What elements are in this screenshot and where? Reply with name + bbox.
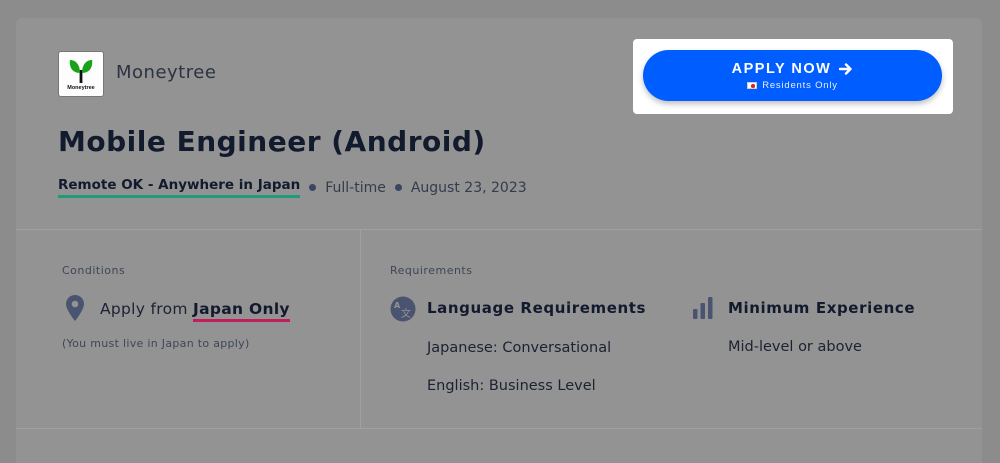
language-requirements-heading: Language Requirements <box>427 299 647 317</box>
residency-note: (You must live in Japan to apply) <box>62 337 250 350</box>
company-logo[interactable]: Moneytree <box>58 51 104 97</box>
moneytree-logo-icon <box>69 60 93 83</box>
job-type: Full-time <box>325 179 386 196</box>
language-item: Japanese: Conversational <box>427 340 612 356</box>
minimum-experience-heading: Minimum Experience <box>728 299 916 317</box>
conditions-label: Conditions <box>62 264 126 277</box>
separator-dot <box>309 184 317 191</box>
job-title: Mobile Engineer (Android) <box>58 125 486 158</box>
apply-now-text: APPLY NOW <box>731 60 832 77</box>
divider <box>16 229 982 230</box>
svg-text:A: A <box>394 301 401 310</box>
residents-only-text: Residents Only <box>762 79 838 91</box>
svg-text:文: 文 <box>401 307 411 320</box>
location-tag[interactable]: Remote OK - Anywhere in Japan <box>58 177 301 198</box>
language-item: English: Business Level <box>427 378 596 394</box>
apply-from: Apply from Japan Only <box>100 300 290 322</box>
posted-date: August 23, 2023 <box>410 179 527 196</box>
requirements-label: Requirements <box>390 264 473 277</box>
arrow-right-icon <box>839 62 853 75</box>
job-meta: Remote OK - Anywhere in Japan Full-time … <box>58 177 527 198</box>
divider <box>16 428 982 429</box>
apply-from-value: Japan Only <box>193 300 290 322</box>
japan-flag-icon <box>747 81 758 89</box>
company-name[interactable]: Moneytree <box>116 62 216 83</box>
separator-dot <box>394 184 402 191</box>
bar-chart-icon <box>693 297 713 319</box>
apply-now-button[interactable]: APPLY NOW Residents Only <box>643 50 942 101</box>
apply-now-label: APPLY NOW <box>732 61 854 77</box>
residents-only-label: Residents Only <box>747 80 838 91</box>
experience-value: Mid-level or above <box>728 339 862 355</box>
logo-wordmark: Moneytree <box>67 85 95 91</box>
apply-from-prefix: Apply from <box>100 300 188 318</box>
translate-icon: A 文 <box>390 296 416 322</box>
apply-highlight-box: APPLY NOW Residents Only <box>633 39 953 114</box>
location-pin-icon <box>66 295 84 321</box>
divider <box>360 230 361 428</box>
